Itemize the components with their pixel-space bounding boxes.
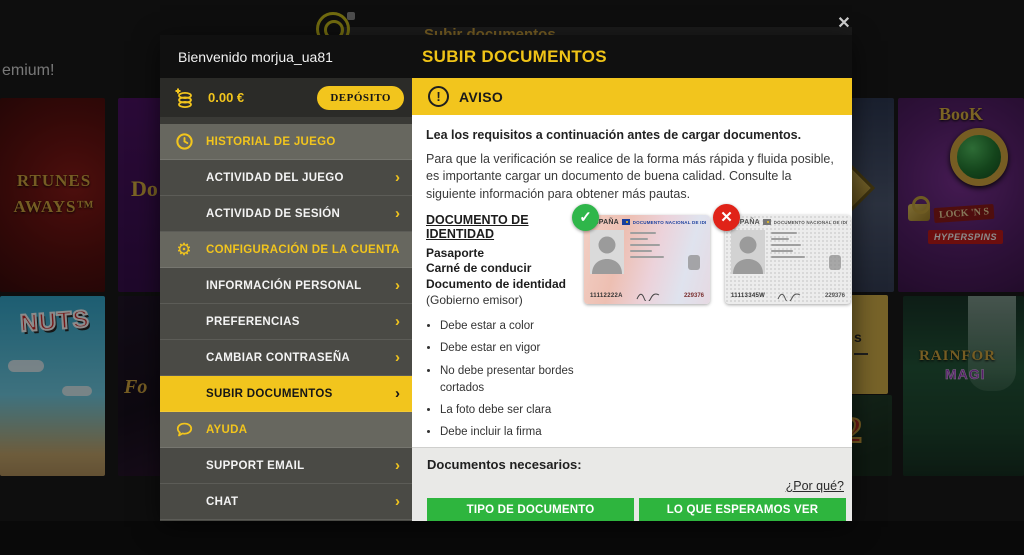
chevron-right-icon (395, 278, 400, 293)
clock-icon (174, 132, 194, 152)
coins-icon (175, 88, 192, 108)
chevron-right-icon (395, 458, 400, 473)
chevron-right-icon (395, 494, 400, 509)
sidebar-item-cambiar-contrasena[interactable]: CAMBIAR CONTRASEÑA (160, 340, 412, 376)
why-link[interactable]: ¿Por qué? (786, 479, 844, 493)
sidebar-item-informacion-personal[interactable]: INFORMACIÓN PERSONAL (160, 268, 412, 304)
eu-flag-icon (621, 219, 630, 226)
eu-flag-icon (762, 219, 771, 226)
signature-squiggle (636, 293, 660, 301)
column-header-lo-que-esperamos-ver: LO QUE ESPERAMOS VER (639, 498, 846, 521)
modal-title: SUBIR DOCUMENTOS (422, 46, 607, 66)
requirements-list: Debe estar a color Debe estar en vigor N… (440, 318, 578, 442)
card-seal (688, 254, 700, 270)
card-serial: 229376 (683, 292, 704, 299)
account-modal: Bienvenido morjua_ua81 SUBIR DOCUMENTOS … (160, 35, 852, 521)
close-icon[interactable]: ✕ (833, 12, 855, 34)
menu-top-strip (160, 117, 412, 124)
page: Subir documentos emium! RTUNES AWAYS™ Do… (0, 0, 1024, 555)
photo-silhouette (590, 229, 624, 274)
check-icon: ✓ (572, 203, 599, 231)
card-text-lines (771, 231, 805, 262)
warning-icon: ! (428, 86, 449, 107)
card-seal (829, 254, 841, 270)
card-doc-header: DOCUMENTO NACIONAL DE IDENTIDAD (632, 219, 706, 225)
sidebar-section-ayuda[interactable]: AYUDA (160, 412, 412, 448)
account-sidebar: 0.00 € DEPÓSITO HISTORIAL DE JUEGO ACTIV… (160, 78, 412, 521)
required-docs-label: Documentos necesarios: (427, 457, 582, 472)
chevron-right-icon (395, 350, 400, 365)
doc-type: Documento de identidad (426, 276, 567, 291)
card-doc-header: DOCUMENTO NACIONAL DE IDENTIDAD (773, 219, 847, 225)
requirement-item: Debe estar a color (440, 318, 578, 335)
notice-bar: ! AVISO (412, 78, 852, 115)
documents-table-header: TIPO DE DOCUMENTO LO QUE ESPERAMOS VER (427, 498, 846, 521)
requirement-item: Debe estar en vigor (440, 340, 578, 357)
doc-type-note: (Gobierno emisor) (426, 292, 523, 307)
card-text-lines (630, 231, 664, 262)
chat-bubble-icon (174, 420, 194, 440)
card-number: 11112222A (590, 292, 623, 299)
deposit-button[interactable]: DEPÓSITO (317, 86, 404, 110)
doc-type: Pasaporte (426, 245, 485, 260)
notice-label: AVISO (459, 88, 504, 105)
sidebar-section-configuracion-cuenta[interactable]: ⚙ CONFIGURACIÓN DE LA CUENTA (160, 232, 412, 268)
column-header-tipo-de-documento: TIPO DE DOCUMENTO (427, 498, 634, 521)
sidebar-item-actividad-del-juego[interactable]: ACTIVIDAD DEL JUEGO (160, 160, 412, 196)
sidebar-section-historial-de-juego[interactable]: HISTORIAL DE JUEGO (160, 124, 412, 160)
requirement-item: La foto debe ser clara (440, 402, 578, 419)
requirement-item: Debe incluir la firma (440, 424, 578, 441)
id-card-examples: ✓ ESPAÑA DOCUMENTO NACIONAL DE IDENTIDAD (572, 203, 851, 447)
signature-squiggle (777, 293, 801, 301)
account-menu: HISTORIAL DE JUEGO ACTIVIDAD DEL JUEGO A… (160, 117, 412, 521)
sidebar-item-preferencias[interactable]: PREFERENCIAS (160, 304, 412, 340)
sidebar-item-actividad-de-sesion[interactable]: ACTIVIDAD DE SESIÓN (160, 196, 412, 232)
welcome-text: Bienvenido morjua_ua81 (178, 48, 333, 65)
id-card-bad-example: ✕ ESPAÑA DOCUMENTO NACIONAL DE IDENTIDAD (713, 203, 851, 304)
doc-type: Carné de conducir (426, 261, 532, 276)
sidebar-item-chat[interactable]: CHAT (160, 484, 412, 520)
cross-icon: ✕ (713, 203, 740, 231)
id-card-good-example: ✓ ESPAÑA DOCUMENTO NACIONAL DE IDENTIDAD (572, 203, 710, 304)
chevron-right-icon (395, 386, 400, 401)
chevron-right-icon (395, 314, 400, 329)
card-number: 11113345W (731, 292, 766, 299)
notice-body: Lea los requisitos a continuación antes … (412, 115, 852, 447)
balance-bar: 0.00 € DEPÓSITO (160, 78, 412, 117)
chevron-right-icon (395, 206, 400, 221)
gear-icon: ⚙ (176, 239, 192, 259)
document-section-title: DOCUMENTO DE IDENTIDAD (426, 212, 529, 241)
card-serial: 229376 (824, 292, 845, 299)
chevron-right-icon (395, 170, 400, 185)
sidebar-item-support-email[interactable]: SUPPORT EMAIL (160, 448, 412, 484)
intro-bold-text: Lea los requisitos a continuación antes … (426, 128, 802, 142)
modal-header: Bienvenido morjua_ua81 SUBIR DOCUMENTOS (160, 35, 852, 78)
intro-body-text: Para que la verificación se realice de l… (426, 152, 834, 201)
document-types: Pasaporte Carné de conducir Documento de… (426, 246, 578, 308)
balance-amount: 0.00 € (208, 90, 245, 105)
upload-documents-panel: ! AVISO Lea los requisitos a continuació… (412, 78, 852, 521)
sidebar-item-subir-documentos[interactable]: SUBIR DOCUMENTOS (160, 376, 412, 412)
menu-filler (160, 520, 412, 521)
photo-silhouette (731, 229, 765, 274)
requirement-item: No debe presentar bordes cortados (440, 363, 578, 398)
required-documents-footer: Documentos necesarios: ¿Por qué? TIPO DE… (412, 447, 852, 521)
